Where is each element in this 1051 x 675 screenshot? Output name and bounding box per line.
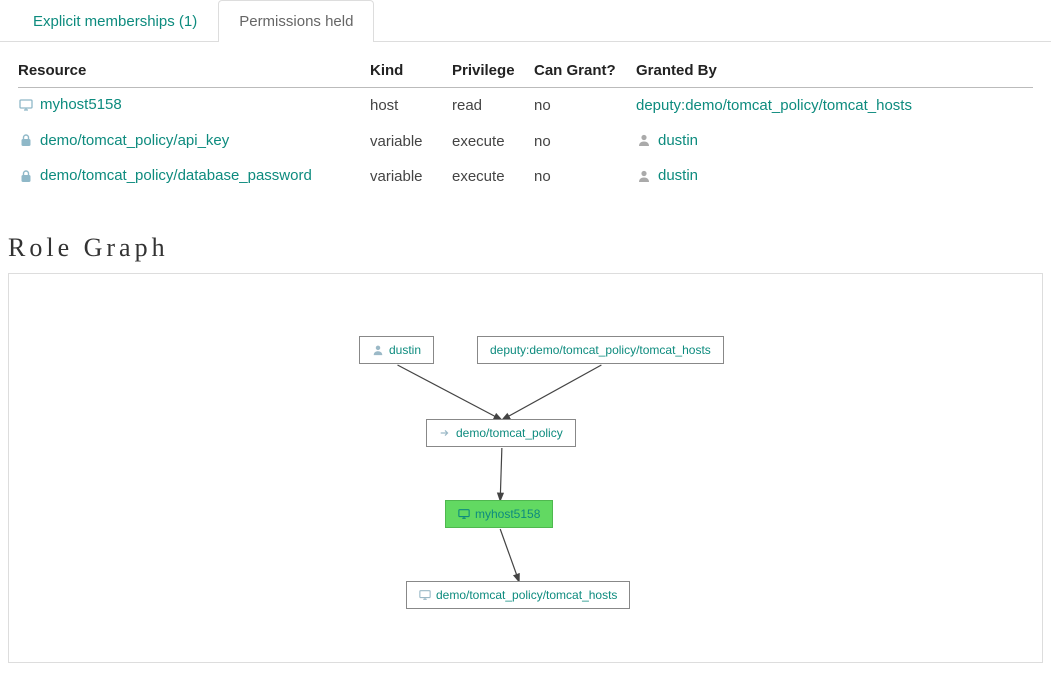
graph-node-label: deputy:demo/tomcat_policy/tomcat_hosts	[490, 343, 711, 357]
tab-explicit-memberships[interactable]: Explicit memberships (1)	[12, 0, 218, 42]
arrow-icon	[439, 427, 451, 439]
col-header-privilege: Privilege	[452, 52, 534, 88]
graph-node-label: demo/tomcat_policy/tomcat_hosts	[436, 588, 617, 602]
cell-can_grant: no	[534, 88, 636, 124]
cell-privilege: read	[452, 88, 534, 124]
cell-can_grant: no	[534, 159, 636, 195]
lock-icon	[18, 168, 34, 184]
granted-by-link[interactable]: dustin	[658, 132, 698, 149]
resource-link[interactable]: demo/tomcat_policy/api_key	[40, 132, 229, 149]
col-header-can-grant: Can Grant?	[534, 52, 636, 88]
cell-privilege: execute	[452, 124, 534, 160]
graph-node-label: dustin	[389, 343, 421, 357]
user-icon	[372, 344, 384, 356]
cell-kind: variable	[370, 159, 452, 195]
graph-node-layer[interactable]: demo/tomcat_policy/tomcat_hosts	[406, 581, 630, 609]
cell-kind: host	[370, 88, 452, 124]
cell-can_grant: no	[534, 124, 636, 160]
graph-node-deputy[interactable]: deputy:demo/tomcat_policy/tomcat_hosts	[477, 336, 724, 364]
granted-by-link[interactable]: dustin	[658, 167, 698, 184]
cell-privilege: execute	[452, 159, 534, 195]
lock-icon	[18, 132, 34, 148]
tabs: Explicit memberships (1) Permissions hel…	[0, 0, 1051, 42]
resource-link[interactable]: demo/tomcat_policy/database_password	[40, 167, 312, 184]
user-icon	[636, 168, 652, 184]
graph-node-policy[interactable]: demo/tomcat_policy	[426, 419, 576, 447]
monitor-icon	[458, 508, 470, 520]
table-row: demo/tomcat_policy/database_password vari…	[18, 159, 1033, 195]
granted-by-link[interactable]: deputy:demo/tomcat_policy/tomcat_hosts	[636, 97, 912, 114]
monitor-icon	[18, 97, 34, 113]
graph-node-host[interactable]: myhost5158	[445, 500, 553, 528]
col-header-kind: Kind	[370, 52, 452, 88]
table-row: demo/tomcat_policy/api_key variableexecut…	[18, 124, 1033, 160]
tab-permissions-held[interactable]: Permissions held	[218, 0, 374, 42]
role-graph-heading: Role Graph	[0, 215, 1051, 273]
graph-node-label: myhost5158	[475, 507, 540, 521]
col-header-granted-by: Granted By	[636, 52, 1033, 88]
resource-link[interactable]: myhost5158	[40, 96, 122, 113]
user-icon	[636, 132, 652, 148]
graph-node-dustin[interactable]: dustin	[359, 336, 434, 364]
table-row: myhost5158 hostreadnodeputy:demo/tomcat_p…	[18, 88, 1033, 124]
graph-node-label: demo/tomcat_policy	[456, 426, 563, 440]
col-header-resource: Resource	[18, 52, 370, 88]
cell-kind: variable	[370, 124, 452, 160]
permissions-table: Resource Kind Privilege Can Grant? Grant…	[18, 52, 1033, 195]
monitor-icon	[419, 589, 431, 601]
role-graph: dustin deputy:demo/tomcat_policy/tomcat_h…	[8, 273, 1043, 663]
